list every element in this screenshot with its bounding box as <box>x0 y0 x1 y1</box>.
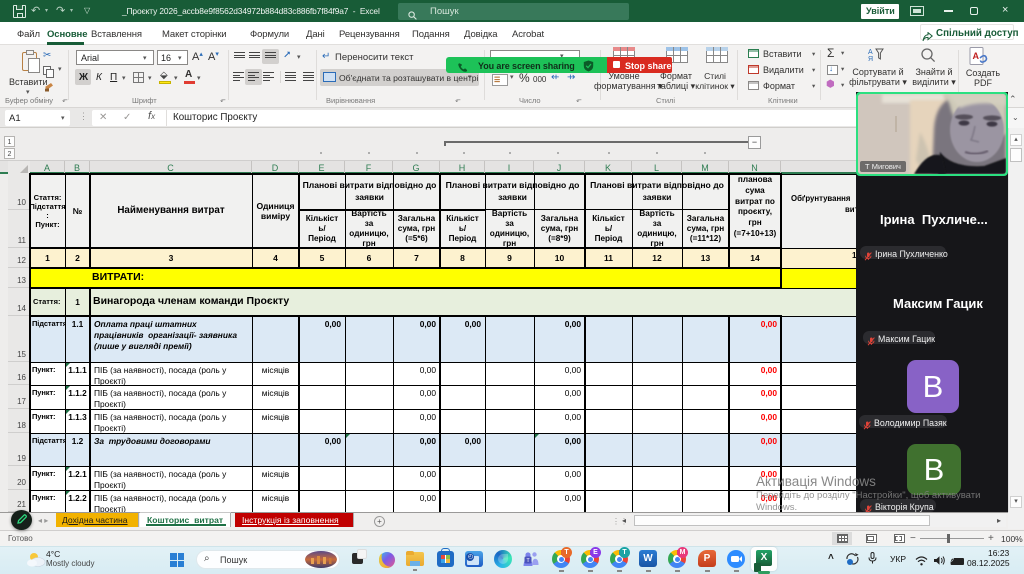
svg-text:Я: Я <box>868 56 873 62</box>
svg-text:A: A <box>973 51 980 61</box>
svg-text:А: А <box>868 49 873 56</box>
